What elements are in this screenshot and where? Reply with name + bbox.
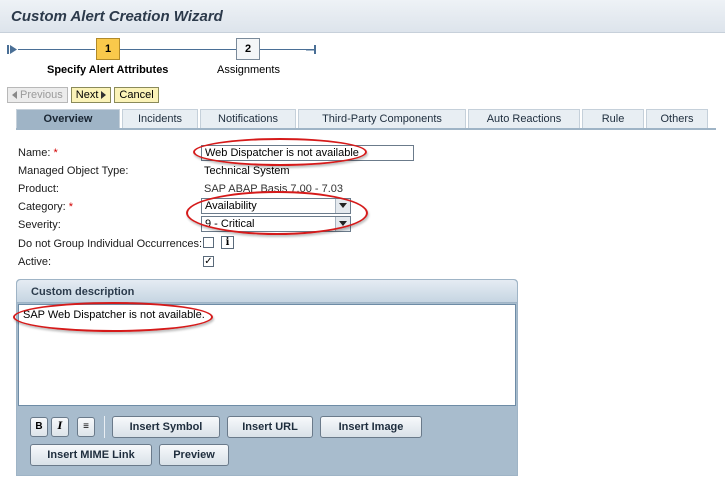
preview-button[interactable]: Preview [159, 444, 229, 466]
tab-incidents[interactable]: Incidents [122, 109, 198, 128]
previous-button[interactable]: Previous [7, 87, 68, 103]
insert-mime-link-button[interactable]: Insert MIME Link [30, 444, 152, 466]
severity-label: Severity: [18, 219, 61, 231]
next-button[interactable]: Next [70, 87, 112, 103]
title-bar: Custom Alert Creation Wizard [0, 0, 725, 33]
roadmap-step-2[interactable]: 2 [236, 38, 260, 60]
no-group-label: Do not Group Individual Occurrences: [18, 238, 203, 250]
roadmap-step-1[interactable]: 1 [96, 38, 120, 60]
triangle-right-icon [101, 91, 107, 99]
roadmap-end-icon [306, 45, 316, 54]
insert-url-button[interactable]: Insert URL [227, 416, 313, 438]
wizard-nav: Previous Next Cancel [7, 87, 159, 103]
cancel-button[interactable]: Cancel [114, 87, 159, 103]
active-label: Active: [18, 256, 52, 268]
panel-title: Custom description [31, 286, 135, 298]
tab-auto-reactions[interactable]: Auto Reactions [468, 109, 580, 128]
toolbar-separator [104, 416, 105, 438]
managed-object-type-value: Technical System [204, 165, 290, 177]
tab-others[interactable]: Others [646, 109, 708, 128]
roadmap-line [18, 49, 95, 50]
wizard-roadmap: 1 2 Specify Alert Attributes Assignments [0, 34, 725, 82]
cancel-button-label: Cancel [119, 89, 154, 101]
insert-symbol-button[interactable]: Insert Symbol [112, 416, 220, 438]
window-title: Custom Alert Creation Wizard [11, 8, 223, 25]
annotation-circle [13, 302, 213, 332]
italic-button[interactable]: I [51, 417, 69, 437]
bold-button[interactable]: B [30, 417, 48, 437]
annotation-circle [186, 191, 368, 235]
list-button[interactable]: ≡ [77, 417, 95, 437]
roadmap-step-1-label: Specify Alert Attributes [47, 64, 169, 76]
next-button-label: Next [75, 89, 99, 101]
roadmap-line [120, 49, 236, 50]
tab-strip: Overview Incidents Notifications Third-P… [16, 109, 716, 128]
tab-overview[interactable]: Overview [16, 109, 120, 128]
active-checkbox[interactable]: ✓ [203, 256, 214, 267]
tab-third-party-components[interactable]: Third-Party Components [298, 109, 466, 128]
no-group-checkbox[interactable] [203, 237, 214, 248]
page-footer [0, 491, 725, 502]
product-label: Product: [18, 183, 59, 195]
required-marker: * [53, 147, 58, 159]
required-marker: * [68, 201, 74, 213]
name-label: Name: * [18, 147, 58, 159]
panel-header: Custom description [17, 280, 517, 303]
annotation-circle [193, 138, 367, 166]
insert-image-button[interactable]: Insert Image [320, 416, 422, 438]
info-icon[interactable]: i [221, 236, 234, 249]
tab-rule[interactable]: Rule [582, 109, 644, 128]
roadmap-line [260, 49, 307, 50]
roadmap-start-icon [7, 45, 17, 54]
roadmap-step-2-label: Assignments [217, 64, 280, 76]
previous-button-label: Previous [20, 89, 63, 101]
managed-object-type-label: Managed Object Type: [18, 165, 129, 177]
category-label: Category: * [18, 201, 74, 213]
tab-notifications[interactable]: Notifications [200, 109, 296, 128]
tab-underline [16, 128, 716, 130]
triangle-left-icon [12, 91, 17, 99]
